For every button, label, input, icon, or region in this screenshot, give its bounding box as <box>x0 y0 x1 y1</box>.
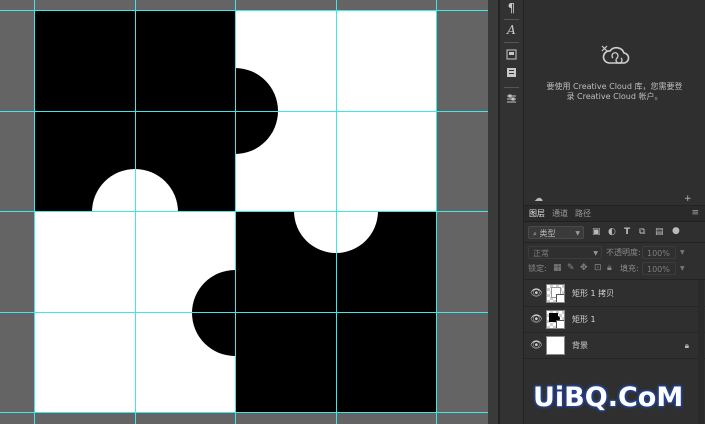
strip-separator <box>504 87 519 88</box>
layer-thumbnail <box>546 310 565 329</box>
watermark-logo: UiBQ.CoM <box>533 382 684 413</box>
layer-name[interactable]: 矩形 1 拷贝 <box>572 288 614 300</box>
eye-icon[interactable]: 👁︎ <box>530 288 543 300</box>
layer-row[interactable]: 👁︎ 矩形 1 <box>524 307 705 333</box>
panel-menu-icon[interactable]: ≡ <box>691 207 699 219</box>
tab-paths[interactable]: 路径 <box>575 208 591 219</box>
lock-all-icon[interactable]: 🔒︎ <box>607 262 612 275</box>
cloud-sync-icon[interactable]: ☁ <box>534 193 543 205</box>
layer-thumbnail <box>546 336 565 355</box>
filter-kind-value: 类型 <box>539 229 556 238</box>
tab-layers[interactable]: 图层 <box>529 208 545 219</box>
lock-transparent-pixels-icon[interactable]: ▦ <box>553 262 562 275</box>
smart-object-badge-icon <box>556 320 564 328</box>
separator <box>524 279 705 280</box>
opacity-value: 100% <box>647 249 670 258</box>
pixel-filter-icon[interactable]: ▣ <box>592 226 601 239</box>
collapsed-panel-strip: ¶ A <box>500 0 524 424</box>
search-icon: ⌕ <box>533 230 537 238</box>
adjustments-icon[interactable] <box>503 92 520 109</box>
lock-position-icon[interactable]: ✥ <box>580 262 588 275</box>
fill-value: 100% <box>647 265 670 274</box>
cc-signin-message-cont: 录 Creative Cloud 帐户。 <box>566 92 663 101</box>
blend-mode-dropdown[interactable]: 正常 ▼ <box>528 246 602 259</box>
libraries-icon[interactable] <box>503 66 520 83</box>
right-panel-dock: 要使用 Creative Cloud 库，您需要登 录 Creative Clo… <box>524 0 705 424</box>
separator <box>524 242 705 243</box>
eye-icon[interactable]: 👁︎ <box>530 340 543 352</box>
fill-input[interactable]: 100% <box>642 262 676 275</box>
smart-object-filter-icon[interactable]: ▤ <box>655 226 664 239</box>
layers-scrollbar[interactable] <box>698 280 704 424</box>
chevron-down-icon[interactable]: ▼ <box>680 262 685 275</box>
type-filter-icon[interactable]: T <box>624 226 630 239</box>
strip-separator <box>504 42 519 43</box>
lock-label: 锁定: <box>528 264 547 273</box>
knob-black-left <box>192 270 278 356</box>
opacity-label: 不透明度: <box>606 248 641 257</box>
mask-left-col-top <box>34 10 235 211</box>
chevron-down-icon[interactable]: ▼ <box>680 246 685 259</box>
paragraph-icon[interactable]: ¶ <box>503 0 520 17</box>
lock-artboard-icon[interactable]: ⊡ <box>594 262 602 275</box>
chevron-down-icon: ▼ <box>593 250 598 257</box>
workspace-scrollbar[interactable] <box>488 0 498 424</box>
adjustment-filter-icon[interactable]: ◐ <box>608 226 616 239</box>
chevron-down-icon: ▼ <box>575 230 580 237</box>
strip-separator <box>504 19 519 20</box>
layer-name[interactable]: 背景 <box>572 340 588 352</box>
layer-row[interactable]: 👁︎ 背景 🔒︎ <box>524 333 705 359</box>
layer-filter-row: ⌕ 类型 ▼ ▣ ◐ T ⧉ ▤ ● <box>524 224 705 242</box>
fill-label: 填充: <box>620 264 639 273</box>
opacity-input[interactable]: 100% <box>642 246 676 259</box>
creative-cloud-disconnected-icon <box>601 45 630 64</box>
add-icon[interactable]: + <box>684 193 692 205</box>
tab-channels[interactable]: 通道 <box>552 208 568 219</box>
canvas-workspace[interactable] <box>0 0 488 424</box>
layer-row[interactable]: 👁︎ 矩形 1 拷贝 <box>524 281 705 307</box>
lock-icon[interactable]: 🔒︎ <box>685 340 689 352</box>
filter-kind-dropdown[interactable]: ⌕ 类型 ▼ <box>528 226 584 239</box>
cc-signin-message: 要使用 Creative Cloud 库，您需要登 <box>546 82 683 91</box>
lock-row: 锁定: ▦ ✎ ✥ ⊡ 🔒︎ 填充: 100% ▼ <box>524 262 705 280</box>
properties-icon[interactable] <box>503 48 520 65</box>
libraries-footer-bar: ☁ + <box>524 193 705 206</box>
lock-image-pixels-icon[interactable]: ✎ <box>567 262 575 275</box>
blend-mode-value: 正常 <box>533 249 549 258</box>
layer-thumbnail <box>546 284 565 303</box>
layer-name[interactable]: 矩形 1 <box>572 314 596 326</box>
filter-toggle-icon[interactable]: ● <box>672 225 680 238</box>
shape-filter-icon[interactable]: ⧉ <box>639 226 645 239</box>
character-icon[interactable]: A <box>503 22 520 39</box>
eye-icon[interactable]: 👁︎ <box>530 314 543 326</box>
knob-white-bottom <box>294 169 378 253</box>
smart-object-badge-icon <box>556 294 564 302</box>
blend-row: 正常 ▼ 不透明度: 100% ▼ <box>524 244 705 262</box>
document-canvas[interactable] <box>34 10 437 413</box>
layers-panel-tabs: 图层 通道 路径 ≡ <box>524 206 705 222</box>
